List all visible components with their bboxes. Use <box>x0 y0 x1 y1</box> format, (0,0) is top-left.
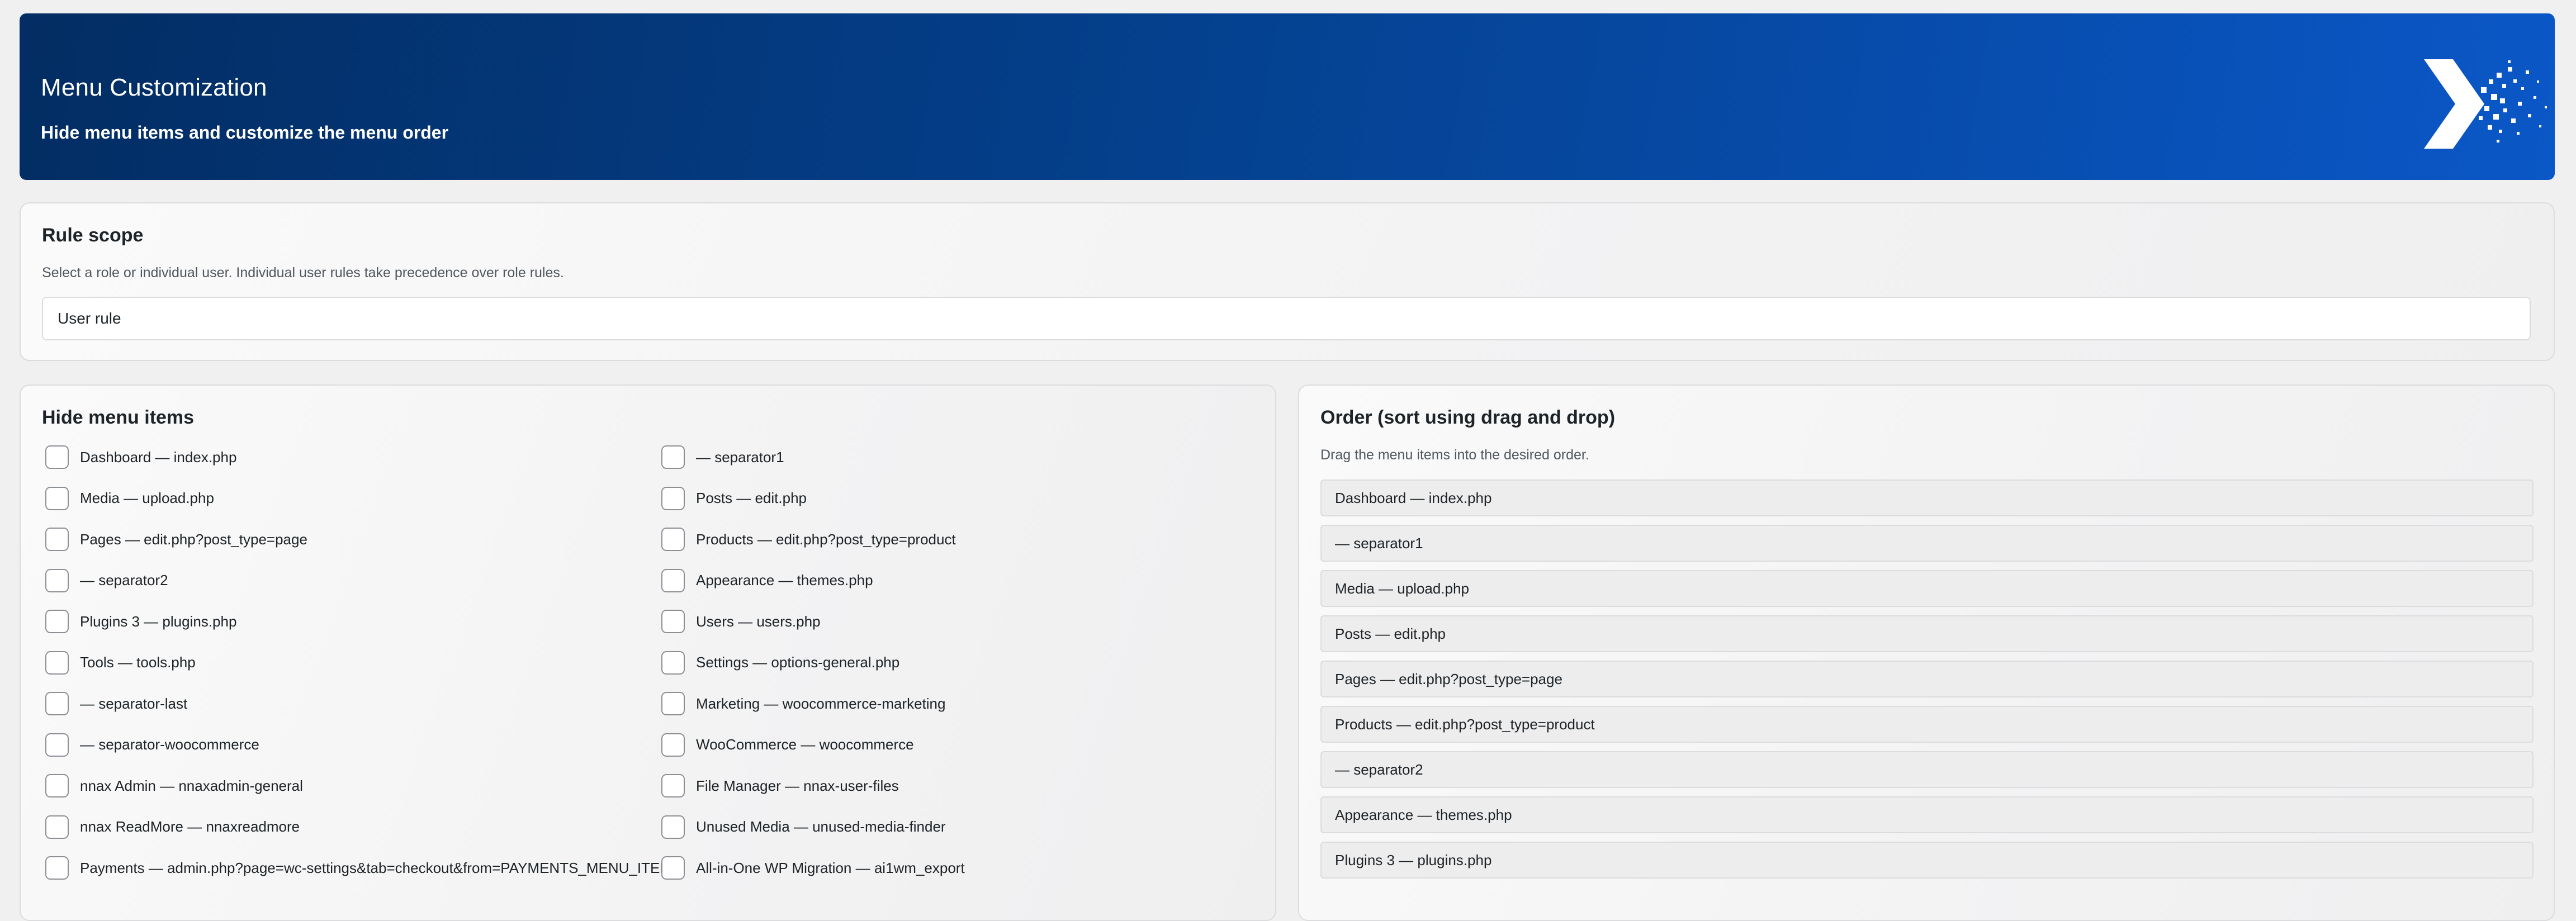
hide-menu-item-label: — separator-woocommerce <box>80 736 259 753</box>
hide-menu-item[interactable]: Settings — options-general.php <box>661 650 899 676</box>
hide-menu-checkbox[interactable] <box>45 568 69 592</box>
hide-menu-checkbox[interactable] <box>661 815 685 839</box>
hide-menu-item[interactable]: Appearance — themes.php <box>661 568 873 594</box>
rule-scope-title: Rule scope <box>42 225 144 246</box>
hide-menu-item[interactable]: Dashboard — index.php <box>45 444 236 470</box>
hide-menu-item[interactable]: Posts — edit.php <box>661 486 807 511</box>
menu-order-panel: Order (sort using drag and drop) Drag th… <box>1298 384 2555 921</box>
hide-menu-item[interactable]: Unused Media — unused-media-finder <box>661 814 946 840</box>
hide-menu-items-title: Hide menu items <box>42 407 195 428</box>
order-list-item[interactable]: Dashboard — index.php <box>1320 480 2534 516</box>
page-header: Menu Customization Hide menu items and c… <box>20 13 2555 180</box>
order-list-item[interactable]: — separator1 <box>1320 525 2534 562</box>
hide-menu-checkbox[interactable] <box>661 528 685 551</box>
hide-menu-item-label: Media — upload.php <box>80 490 214 506</box>
order-list-item[interactable]: — separator2 <box>1320 751 2534 788</box>
hide-menu-item-label: nnax Admin — nnaxadmin-general <box>80 777 303 794</box>
hide-menu-item-label: Settings — options-general.php <box>696 654 900 671</box>
rule-scope-description: Select a role or individual user. Indivi… <box>42 265 564 281</box>
hide-menu-item-label: nnax ReadMore — nnaxreadmore <box>80 818 300 835</box>
hide-menu-checkbox[interactable] <box>661 692 685 715</box>
hide-menu-item-label: Pages — edit.php?post_type=page <box>80 530 307 548</box>
hide-menu-item-label: Dashboard — index.php <box>80 448 237 466</box>
hide-menu-item[interactable]: All-in-One WP Migration — ai1wm_export <box>661 855 965 881</box>
hide-menu-item-label: All-in-One WP Migration — ai1wm_export <box>696 859 965 876</box>
hide-menu-checkbox[interactable] <box>45 856 69 880</box>
hide-menu-item[interactable]: — separator1 <box>661 444 784 470</box>
order-list-item[interactable]: Products — edit.php?post_type=product <box>1320 706 2534 743</box>
hide-menu-item-label: Marketing — woocommerce-marketing <box>696 695 946 712</box>
hide-menu-checkbox[interactable] <box>45 774 69 797</box>
hide-menu-item-label: Plugins 3 — plugins.php <box>80 613 237 630</box>
hide-menu-item[interactable]: nnax Admin — nnaxadmin-general <box>45 773 303 799</box>
page-subtitle: Hide menu items and customize the menu o… <box>41 122 449 143</box>
hide-menu-item-label: — separator1 <box>696 448 784 466</box>
hide-menu-item-label: — separator-last <box>80 695 188 712</box>
hide-menu-item-label: Posts — edit.php <box>696 490 807 506</box>
hide-menu-checkbox[interactable] <box>45 733 69 757</box>
menu-order-title: Order (sort using drag and drop) <box>1320 407 1616 428</box>
hide-menu-item[interactable]: Marketing — woocommerce-marketing <box>661 691 945 716</box>
hide-menu-item[interactable]: File Manager — nnax-user-files <box>661 773 899 799</box>
hide-menu-checkbox[interactable] <box>661 568 685 592</box>
order-list-item[interactable]: Posts — edit.php <box>1320 615 2534 652</box>
order-list-item[interactable]: Pages — edit.php?post_type=page <box>1320 661 2534 697</box>
order-list-item[interactable]: Appearance — themes.php <box>1320 796 2534 833</box>
hide-menu-checkbox[interactable] <box>661 651 685 675</box>
hide-menu-item[interactable]: Media — upload.php <box>45 486 214 511</box>
hide-menu-item[interactable]: Tools — tools.php <box>45 650 196 676</box>
menu-order-description: Drag the menu items into the desired ord… <box>1320 447 1589 463</box>
order-list-item[interactable]: Plugins 3 — plugins.php <box>1320 842 2534 879</box>
hide-menu-checkbox[interactable] <box>661 486 685 510</box>
hide-menu-checkbox[interactable] <box>45 486 69 510</box>
hide-menu-item[interactable]: — separator-woocommerce <box>45 732 259 758</box>
hide-menu-checkbox[interactable] <box>45 692 69 715</box>
hide-menu-checkbox[interactable] <box>661 733 685 757</box>
hide-menu-item-label: WooCommerce — woocommerce <box>696 736 914 753</box>
brand-logo-icon <box>2424 59 2547 149</box>
hide-menu-item-label: File Manager — nnax-user-files <box>696 777 899 794</box>
hide-menu-item[interactable]: WooCommerce — woocommerce <box>661 732 914 758</box>
hide-menu-item-label: Payments — admin.php?page=wc-settings&ta… <box>80 859 672 876</box>
hide-menu-checkbox[interactable] <box>45 610 69 633</box>
hide-menu-item-label: Users — users.php <box>696 613 821 630</box>
hide-menu-item-label: Unused Media — unused-media-finder <box>696 818 946 835</box>
rule-scope-panel: Rule scope Select a role or individual u… <box>20 202 2555 361</box>
hide-menu-item[interactable]: nnax ReadMore — nnaxreadmore <box>45 814 300 840</box>
hide-menu-item-label: Appearance — themes.php <box>696 572 873 588</box>
hide-menu-checkbox[interactable] <box>661 856 685 880</box>
hide-menu-checkbox[interactable] <box>45 445 69 469</box>
hide-menu-item[interactable]: Products — edit.php?post_type=product <box>661 526 956 552</box>
hide-menu-checkbox[interactable] <box>661 445 685 469</box>
hide-menu-item[interactable]: Users — users.php <box>661 609 821 634</box>
hide-menu-checkbox[interactable] <box>661 610 685 633</box>
hide-menu-item[interactable]: Payments — admin.php?page=wc-settings&ta… <box>45 855 672 881</box>
page-title: Menu Customization <box>41 74 267 101</box>
hide-menu-item-label: Tools — tools.php <box>80 654 196 671</box>
rule-scope-select[interactable]: User rule <box>42 297 2531 340</box>
hide-menu-item-label: — separator2 <box>80 572 168 588</box>
hide-menu-item[interactable]: — separator-last <box>45 691 187 716</box>
hide-menu-checkbox[interactable] <box>45 528 69 551</box>
hide-menu-item-label: Products — edit.php?post_type=product <box>696 530 956 548</box>
hide-menu-checkbox[interactable] <box>45 815 69 839</box>
hide-menu-item[interactable]: Plugins 3 — plugins.php <box>45 609 236 634</box>
hide-menu-item[interactable]: — separator2 <box>45 568 168 594</box>
order-list-item[interactable]: Media — upload.php <box>1320 570 2534 607</box>
hide-menu-checkbox[interactable] <box>45 651 69 675</box>
hide-menu-item[interactable]: Pages — edit.php?post_type=page <box>45 526 307 552</box>
hide-menu-items-panel: Hide menu items Dashboard — index.php — s… <box>20 384 1276 921</box>
hide-menu-checkbox[interactable] <box>661 774 685 797</box>
